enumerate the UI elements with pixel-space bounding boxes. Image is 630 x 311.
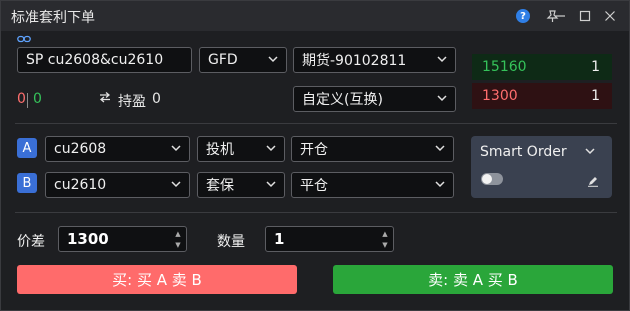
validity-value: GFD [208, 52, 238, 68]
chevron-down-icon [265, 178, 277, 190]
ask-price: 1300 [482, 88, 518, 104]
swap-icon[interactable] [99, 91, 111, 107]
price-mode-select[interactable]: 自定义(互换) [293, 86, 456, 112]
hold-label: 持盈 [118, 94, 146, 110]
spread-input[interactable]: 1300 ▲ ▼ [58, 226, 187, 252]
ask-quote[interactable]: 1300 1 [472, 83, 612, 109]
chevron-down-icon [170, 178, 182, 190]
smart-order-panel: Smart Order [471, 136, 612, 198]
chevron-down-icon [265, 142, 277, 154]
leg-a-contract-value: cu2608 [54, 141, 107, 157]
order-window: 标准套利下单 ? SP cu2608&cu2610 GFD 期货-9010281… [0, 0, 630, 311]
spread-label: 价差 [17, 234, 45, 250]
window-title: 标准套利下单 [11, 10, 95, 26]
bid-quote[interactable]: 15160 1 [472, 54, 612, 80]
qty-stepper[interactable]: ▲ ▼ [378, 228, 392, 250]
ask-qty: 1 [591, 88, 600, 104]
hold-value: 0 [152, 91, 161, 107]
minimize-icon[interactable] [549, 6, 571, 26]
leg-b-contract-select[interactable]: cu2610 [45, 172, 190, 198]
qty-label: 数量 [217, 234, 245, 250]
chevron-down-icon [434, 178, 446, 190]
chevron-down-icon[interactable] [584, 145, 596, 157]
divider [15, 212, 617, 213]
leg-a-hedge-select[interactable]: 投机 [197, 136, 285, 162]
spread-value: 1300 [67, 230, 109, 248]
position-divider [27, 93, 28, 108]
account-select[interactable]: 期货-90102811 [293, 47, 456, 73]
chevron-down-icon [170, 142, 182, 154]
combo-symbol-value: SP cu2608&cu2610 [26, 52, 164, 68]
chevron-down-icon [436, 53, 448, 65]
buy-button[interactable]: 买: 买 A 卖 B [17, 265, 297, 294]
leg-b-hedge-select[interactable]: 套保 [197, 172, 285, 198]
leg-b-hedge-value: 套保 [206, 178, 234, 194]
chevron-down-icon [267, 53, 279, 65]
qty-value: 1 [274, 230, 285, 248]
account-value: 期货-90102811 [302, 53, 407, 69]
help-icon[interactable]: ? [512, 6, 534, 26]
sell-button[interactable]: 卖: 卖 A 买 B [333, 265, 613, 294]
link-icon [17, 33, 31, 46]
spread-stepper[interactable]: ▲ ▼ [171, 228, 185, 250]
short-position: 0 [33, 91, 42, 107]
leg-a-hedge-value: 投机 [206, 142, 234, 158]
smart-order-toggle[interactable] [481, 173, 503, 185]
divider [15, 123, 617, 124]
leg-a-contract-select[interactable]: cu2608 [45, 136, 190, 162]
qty-input[interactable]: 1 ▲ ▼ [265, 226, 394, 252]
chevron-down-icon [434, 142, 446, 154]
smart-order-label: Smart Order [480, 144, 567, 160]
title-bar: 标准套利下单 ? [1, 1, 629, 31]
leg-a-offset-value: 开仓 [300, 142, 328, 158]
edit-icon[interactable] [587, 172, 599, 191]
maximize-icon[interactable] [574, 6, 596, 26]
leg-a-offset-select[interactable]: 开仓 [291, 136, 454, 162]
bid-qty: 1 [591, 59, 600, 75]
leg-b-offset-select[interactable]: 平仓 [291, 172, 454, 198]
validity-select[interactable]: GFD [199, 47, 287, 73]
chevron-down-icon [436, 92, 448, 104]
combo-symbol-input[interactable]: SP cu2608&cu2610 [17, 47, 192, 73]
bid-price: 15160 [482, 59, 527, 75]
close-icon[interactable] [599, 6, 621, 26]
long-position: 0 [17, 91, 26, 107]
leg-a-badge: A [17, 138, 37, 158]
leg-b-badge: B [17, 173, 37, 193]
price-mode-value: 自定义(互换) [302, 92, 383, 108]
leg-b-offset-value: 平仓 [300, 178, 328, 194]
leg-b-contract-value: cu2610 [54, 177, 107, 193]
